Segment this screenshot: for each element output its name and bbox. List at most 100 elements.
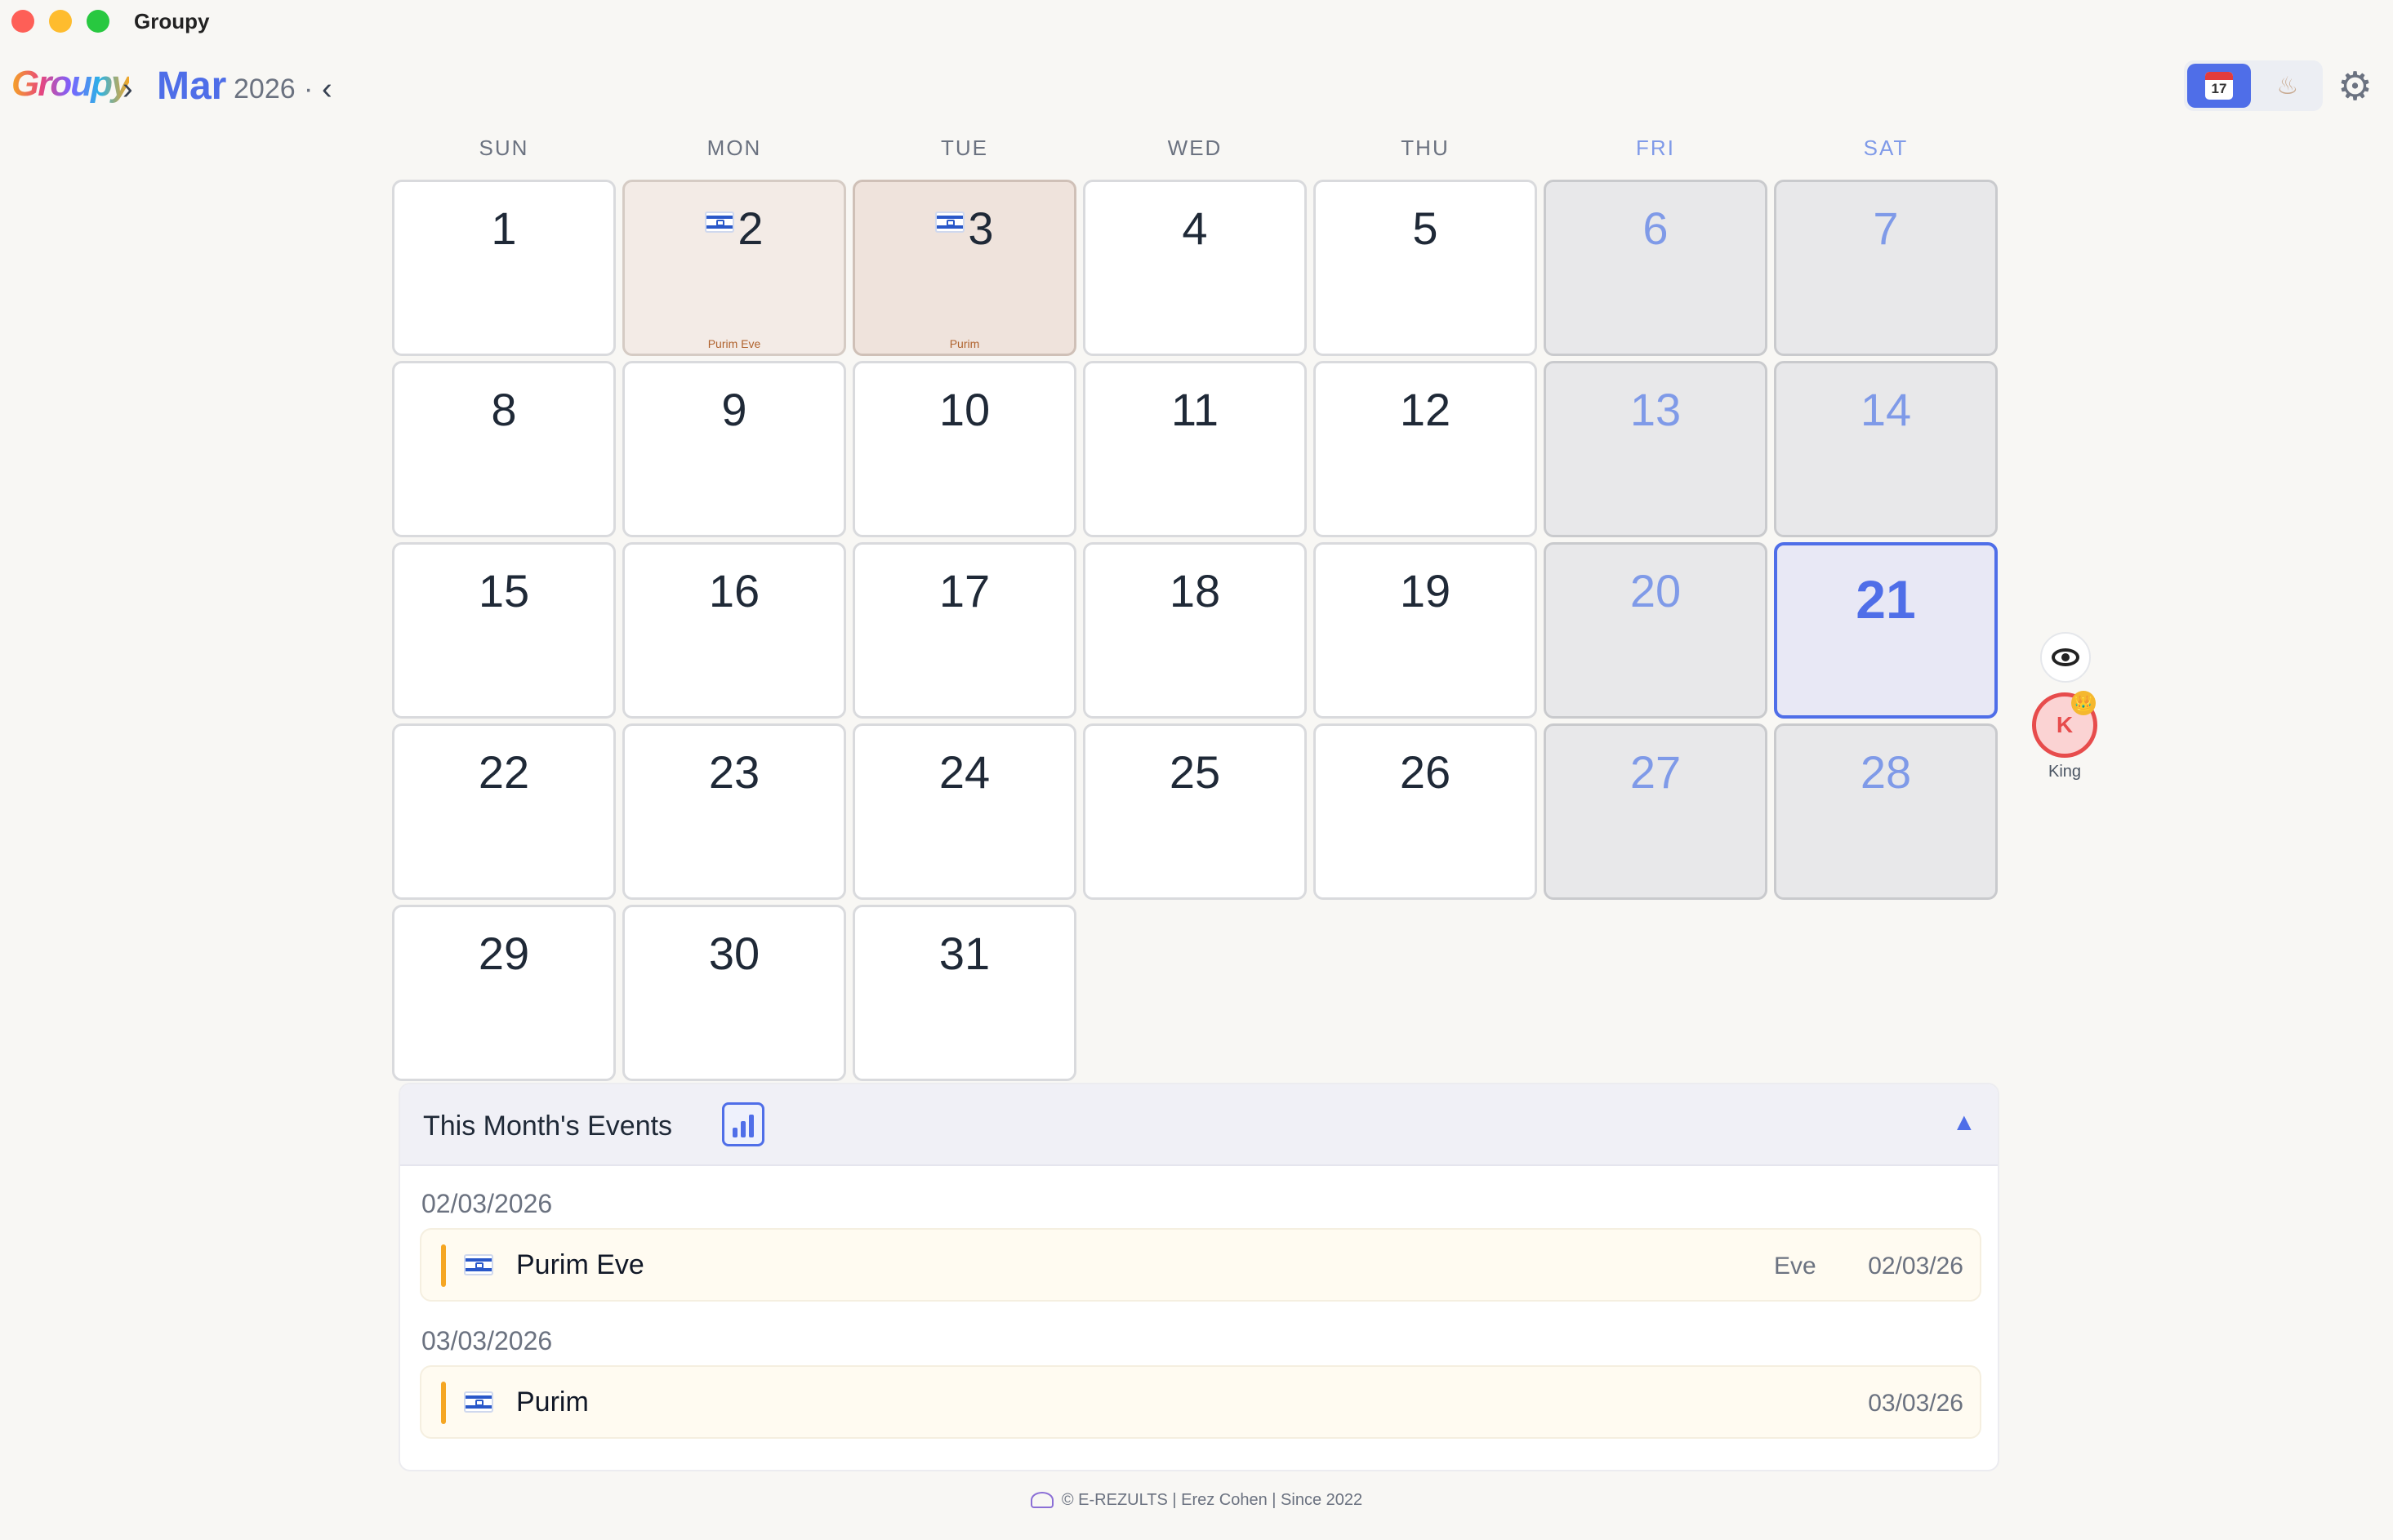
day-number-text: 15 <box>478 565 530 616</box>
calendar-day-cell[interactable]: 3 Purim <box>853 180 1076 356</box>
day-number: 17 <box>855 564 1074 617</box>
eye-icon <box>2052 648 2079 666</box>
calendar-day-cell[interactable]: 19 <box>1313 542 1537 719</box>
calendar-day-cell[interactable]: 14 <box>1774 361 1998 537</box>
calendar-day-cell[interactable]: 1 <box>392 180 616 356</box>
weekday-header: MON <box>706 136 762 160</box>
day-number-text: 23 <box>708 746 760 798</box>
day-number-text: 8 <box>491 384 517 435</box>
calendar-day-cell[interactable]: 4 <box>1083 180 1307 356</box>
calendar-day-cell[interactable]: 13 <box>1544 361 1767 537</box>
calendar-day-cell[interactable]: 7 <box>1774 180 1998 356</box>
calendar-day-cell[interactable]: 27 <box>1544 723 1767 900</box>
day-number-text: 7 <box>1873 203 1899 254</box>
day-number: 10 <box>855 383 1074 436</box>
calendar-day-cell[interactable]: 23 <box>622 723 846 900</box>
birthdays-view-button[interactable]: ♨ <box>2256 64 2319 108</box>
calendar-day-cell[interactable]: 21 <box>1774 542 1998 719</box>
day-number: 26 <box>1316 746 1535 799</box>
calendar-day-cell[interactable]: 12 <box>1313 361 1537 537</box>
month-label[interactable]: Mar <box>157 64 226 109</box>
weekday-header: WED <box>1167 136 1223 160</box>
event-group-date: 02/03/2026 <box>421 1189 553 1218</box>
day-number: 13 <box>1546 383 1765 436</box>
calendar-day-cell[interactable]: 15 <box>392 542 616 719</box>
calendar-day-cell[interactable]: 9 <box>622 361 846 537</box>
day-number: 6 <box>1546 202 1765 255</box>
day-number: 16 <box>625 564 844 617</box>
calendar-day-cell[interactable]: 26 <box>1313 723 1537 900</box>
settings-gear-icon[interactable]: ⚙ <box>2337 64 2373 109</box>
minimize-window-button[interactable] <box>49 10 72 33</box>
day-number: 28 <box>1776 746 1995 799</box>
israel-flag-icon <box>935 211 965 233</box>
year-label[interactable]: 2026 <box>234 73 296 105</box>
visibility-toggle-button[interactable] <box>2040 632 2091 683</box>
calendar-icon: 17 <box>2205 72 2233 100</box>
event-short-date: 03/03/26 <box>1868 1390 1963 1417</box>
footer-text: © E-REZULTS | Erez Cohen | Since 2022 <box>1061 1491 1363 1509</box>
calendar-day-cell[interactable]: 22 <box>392 723 616 900</box>
year-separator: · <box>304 73 314 105</box>
calendar-day-cell[interactable]: 29 <box>392 905 616 1081</box>
window-title: Groupy <box>134 9 210 33</box>
day-number: 18 <box>1085 564 1304 617</box>
calendar-day-cell[interactable]: 6 <box>1544 180 1767 356</box>
day-number-text: 9 <box>721 384 747 435</box>
stats-chart-icon[interactable] <box>722 1102 764 1146</box>
israel-flag-icon <box>464 1254 493 1275</box>
previous-month-button[interactable]: ‹ <box>322 72 332 107</box>
app-logo[interactable]: Groupy <box>11 64 131 105</box>
day-number-text: 24 <box>938 746 991 798</box>
day-number-text: 19 <box>1399 565 1451 616</box>
calendar-day-cell[interactable]: 24 <box>853 723 1076 900</box>
calendar-day-cell[interactable]: 11 <box>1083 361 1307 537</box>
cake-icon: ♨ <box>2276 72 2299 100</box>
view-toggle: 17 ♨ <box>2184 60 2323 111</box>
day-number-text: 29 <box>478 928 530 979</box>
day-number: 5 <box>1316 202 1535 255</box>
next-month-button[interactable]: › <box>123 72 133 107</box>
calendar-day-cell[interactable]: 30 <box>622 905 846 1081</box>
day-number-text: 18 <box>1169 565 1221 616</box>
day-number-text: 14 <box>1860 384 1912 435</box>
weekday-header: SUN <box>479 136 529 160</box>
holiday-label: Purim Eve <box>707 337 761 350</box>
calendar-day-cell[interactable]: 8 <box>392 361 616 537</box>
calendar-view-button[interactable]: 17 <box>2187 64 2251 108</box>
calendar-day-cell[interactable]: 17 <box>853 542 1076 719</box>
day-number-text: 6 <box>1642 203 1669 254</box>
calendar-day-cell[interactable]: 10 <box>853 361 1076 537</box>
day-number-text: 25 <box>1169 746 1221 798</box>
weekday-header: TUE <box>941 136 988 160</box>
calendar-day-cell[interactable]: 16 <box>622 542 846 719</box>
calendar-day-cell[interactable]: 31 <box>853 905 1076 1081</box>
holiday-label: Purim <box>949 337 980 350</box>
event-row[interactable]: Purim 03/03/26 <box>420 1365 1981 1439</box>
calendar-day-cell[interactable]: 20 <box>1544 542 1767 719</box>
close-window-button[interactable] <box>11 10 34 33</box>
calendar-day-cell[interactable]: 5 <box>1313 180 1537 356</box>
event-group-date: 03/03/2026 <box>421 1326 553 1355</box>
event-short-date: 02/03/26 <box>1868 1253 1963 1280</box>
day-number: 29 <box>394 927 613 980</box>
month-events-panel: This Month's Events ▲ 02/03/2026 Purim E… <box>399 1083 1999 1471</box>
calendar-day-cell[interactable]: 25 <box>1083 723 1307 900</box>
calendar-day-cell[interactable]: 2 Purim Eve <box>622 180 846 356</box>
events-panel-header[interactable]: This Month's Events ▲ <box>400 1084 1998 1166</box>
weekday-header: SAT <box>1863 136 1909 160</box>
day-number: 24 <box>855 746 1074 799</box>
day-number: 21 <box>1777 568 1994 630</box>
day-number-text: 4 <box>1182 203 1208 254</box>
day-number: 19 <box>1316 564 1535 617</box>
day-number: 8 <box>394 383 613 436</box>
day-number: 9 <box>625 383 844 436</box>
calendar-day-cell[interactable]: 28 <box>1774 723 1998 900</box>
calendar-day-cell[interactable]: 18 <box>1083 542 1307 719</box>
collapse-events-button[interactable]: ▲ <box>1952 1109 1976 1137</box>
event-row[interactable]: Purim Eve Eve 02/03/26 <box>420 1228 1981 1302</box>
day-number-text: 3 <box>968 203 994 254</box>
day-number-text: 26 <box>1399 746 1451 798</box>
day-number-text: 30 <box>708 928 760 979</box>
zoom-window-button[interactable] <box>87 10 109 33</box>
